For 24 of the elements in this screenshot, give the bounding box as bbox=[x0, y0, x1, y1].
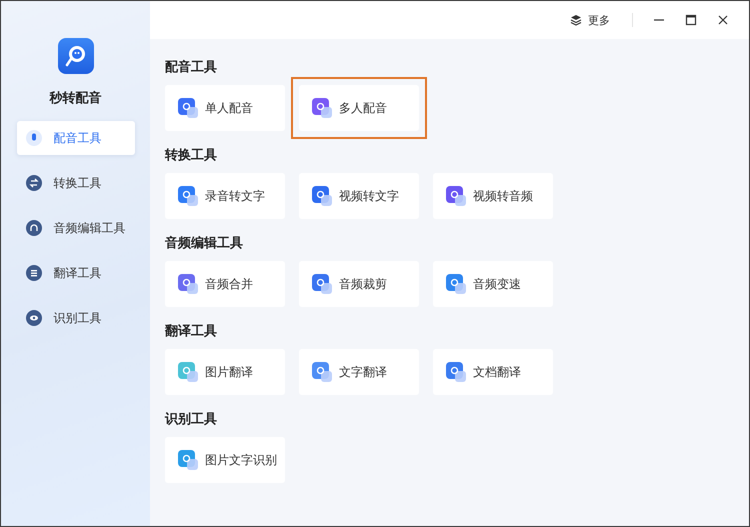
tool-card[interactable]: 文字翻译 bbox=[299, 349, 419, 395]
tool-card[interactable]: 录音转文字 bbox=[165, 173, 285, 219]
section-title: 音频编辑工具 bbox=[165, 234, 244, 252]
tool-card[interactable]: 文档翻译 bbox=[433, 349, 553, 395]
tool-card[interactable]: 音频变速 bbox=[433, 261, 553, 307]
tool-card[interactable]: 图片文字识别 bbox=[165, 437, 285, 483]
sidebar-item[interactable]: 翻译工具 bbox=[16, 256, 134, 290]
tool-card[interactable]: 视频转文字 bbox=[299, 173, 419, 219]
section-title: 配音工具 bbox=[165, 58, 218, 76]
tool-card[interactable]: 多人配音 bbox=[299, 85, 419, 131]
tool-card[interactable]: 单人配音 bbox=[165, 85, 285, 131]
section-title: 翻译工具 bbox=[165, 323, 218, 340]
tool-card[interactable]: 音频合并 bbox=[165, 261, 285, 307]
tool-card[interactable]: 图片翻译 bbox=[165, 349, 285, 395]
app-name: 秒转配音 bbox=[50, 90, 102, 107]
more-button[interactable]: 更多 bbox=[568, 10, 612, 30]
sidebar-item[interactable]: 音频编辑工具 bbox=[16, 211, 134, 245]
tool-card[interactable]: 视频转音频 bbox=[433, 173, 553, 219]
sidebar-item[interactable]: 转换工具 bbox=[16, 166, 134, 200]
tool-card[interactable]: 音频裁剪 bbox=[299, 261, 419, 307]
sidebar-item[interactable]: 识别工具 bbox=[16, 301, 134, 335]
section-title: 转换工具 bbox=[165, 147, 218, 164]
section-title: 识别工具 bbox=[165, 411, 218, 428]
sidebar-item[interactable]: 配音工具 bbox=[16, 121, 134, 155]
